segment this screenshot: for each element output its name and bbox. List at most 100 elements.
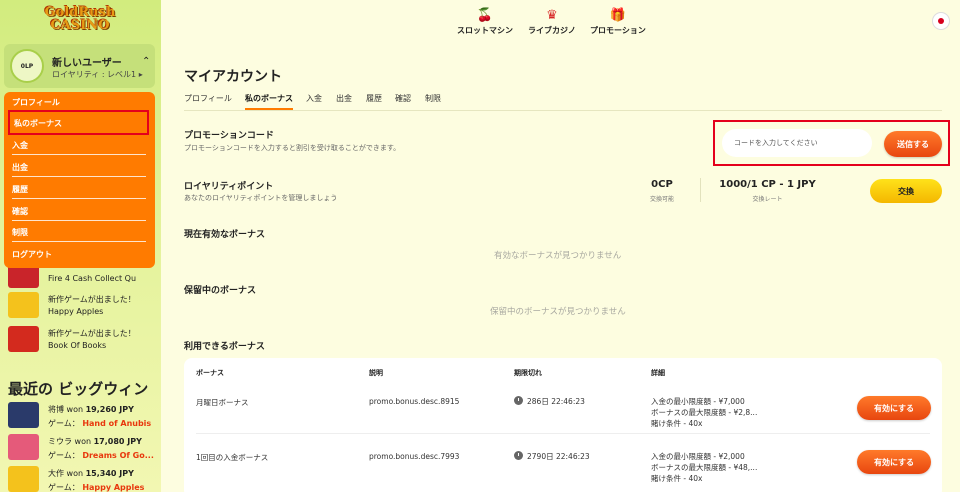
bonus-detail-wagering: 賭け条件 - 40x [651,474,703,483]
tab-withdraw[interactable]: 出金 [336,93,352,104]
avatar: 0LP [10,49,44,83]
bonus-description: promo.bonus.desc.7993 [369,452,460,461]
menu-divider [12,176,146,177]
bonus-detail-min-deposit: 入金の最小限度額 - ¥7,000 [651,397,745,406]
game-title: Book Of Books [48,341,107,350]
page-title: マイアカウント [184,69,282,85]
exchange-button[interactable]: 交換 [870,179,942,203]
menu-divider [12,154,146,155]
nav-label: プロモーション [590,26,646,35]
menu-item-withdraw[interactable]: 出金 [12,162,146,173]
loyalty-subtitle: あなたのロイヤリティポイントを管理しましょう [184,194,338,202]
game-thumbnail [8,434,39,460]
tab-profile[interactable]: プロフィール [184,93,232,104]
tab-history[interactable]: 履歴 [366,93,382,104]
loyalty-cp-label: 交換可能 [649,196,674,203]
tab-verification[interactable]: 確認 [395,93,411,104]
available-bonus-table [184,358,942,492]
bonus-expires: 2790日 22:46:23 [514,451,590,462]
japan-flag-icon[interactable] [932,12,950,30]
menu-item-profile[interactable]: プロフィール [12,97,146,108]
menu-item-logout[interactable]: ログアウト [12,249,146,260]
game-title: Fire 4 Cash Collect Qu [48,274,137,283]
nav-live-casino[interactable]: ♛ ライブカジノ [528,8,576,36]
game-news: 新作ゲームが出ました！ [48,295,136,304]
row-divider [196,433,930,434]
user-name: 新しいユーザー [52,58,122,69]
pending-bonus-empty: 保留中のボーナスが見つかりません [490,307,626,317]
game-thumbnail [8,466,39,492]
active-tab-indicator [245,108,293,110]
win-game-link[interactable]: Dreams Of Go... [82,451,154,460]
dealer-icon: ♛ [546,8,558,23]
menu-item-my-bonus[interactable]: 私のボーナス [8,110,149,135]
bonus-detail-max-bonus: ボーナスの最大限度額 - ¥48,... [651,463,758,472]
bonus-detail-wagering: 賭け条件 - 40x [651,419,703,428]
expires-text: 286日 22:46:23 [527,397,585,406]
nav-promotions[interactable]: 🎁 プロモーション [590,8,646,36]
game-thumbnail [8,402,39,428]
nav-label: スロットマシン [457,26,513,35]
user-panel[interactable]: 0LP 新しいユーザー ロイヤリティ : レベル1 ▸ ⌃ [4,44,155,88]
bonus-detail-max-bonus: ボーナスの最大限度額 - ¥2,8... [651,408,758,417]
game-label: ゲーム： [48,451,80,460]
menu-item-history[interactable]: 履歴 [12,184,146,195]
game-title: Happy Apples [48,307,104,316]
account-menu: プロフィール 私のボーナス 入金 出金 履歴 確認 制限 ログアウト [4,92,155,268]
activate-bonus-button[interactable]: 有効にする [857,396,931,420]
menu-item-verification[interactable]: 確認 [12,206,146,217]
win-amount: 19,260 JPY [85,405,134,414]
game-label: ゲーム： [48,483,80,492]
game-thumbnail [8,326,39,352]
bonus-name: 1回目の入金ボーナス [196,453,269,462]
nav-slots[interactable]: 🍒 スロットマシン [457,8,513,36]
chevron-up-icon[interactable]: ⌃ [142,56,150,67]
col-header-expires: 期限切れ [514,369,542,377]
tab-my-bonus[interactable]: 私のボーナス [245,93,293,104]
win-game-link[interactable]: Happy Apples [82,483,144,492]
available-bonus-title: 利用できるボーナス [184,342,265,352]
menu-divider [12,198,146,199]
win-game-link[interactable]: Hand of Anubis [82,419,151,428]
cherry-icon: 🍒 [476,8,494,23]
promo-subtitle: プロモーションコードを入力すると割引を受け取ることができます。 [184,144,401,152]
bonus-expires: 286日 22:46:23 [514,396,585,407]
activate-bonus-button[interactable]: 有効にする [857,450,931,474]
divider [700,178,701,202]
menu-divider [12,220,146,221]
submit-promo-button[interactable]: 送信する [884,131,942,157]
active-bonus-title: 現在有効なボーナス [184,230,266,240]
win-amount: 17,080 JPY [93,437,142,446]
logo-line2: CASINO [50,18,110,33]
pending-bonus-title: 保留中のボーナス [184,286,257,296]
sidebar: GoldRush CASINO 0LP 新しいユーザー ロイヤリティ : レベル… [0,0,161,492]
brand-logo[interactable]: GoldRush CASINO [30,6,130,36]
bonus-name: 月曜日ボーナス [196,398,249,407]
winner-name: 大作 won [48,469,84,478]
clock-icon [514,451,523,460]
exchange-rate-label: 交換レート [752,196,783,203]
exchange-rate-value: 1000/1 CP - 1 JPY [719,179,816,190]
loyalty-cp-value: 0CP [651,179,673,190]
nav-label: ライブカジノ [528,26,576,35]
tab-deposit[interactable]: 入金 [306,93,322,104]
game-news: 新作ゲームが出ました！ [48,329,136,338]
loyalty-title: ロイヤリティポイント [184,182,274,192]
bonus-detail-min-deposit: 入金の最小限度額 - ¥2,000 [651,452,745,461]
col-header-description: 説明 [369,369,383,377]
winner-name: ミウラ won [48,437,92,446]
expires-text: 2790日 22:46:23 [527,452,590,461]
user-level: ロイヤリティ : レベル1 ▸ [52,70,143,79]
game-label: ゲーム： [48,419,80,428]
menu-item-deposit[interactable]: 入金 [12,140,146,151]
menu-item-limits[interactable]: 制限 [12,227,146,238]
big-wins-title: 最近の ビッグウィン [8,380,149,398]
promo-code-input[interactable] [722,129,872,157]
bonus-description: promo.bonus.desc.8915 [369,397,460,406]
winner-name: 将博 won [48,405,84,414]
clock-icon [514,396,523,405]
win-amount: 15,340 JPY [85,469,134,478]
active-bonus-empty: 有効なボーナスが見つかりません [494,251,622,261]
tab-limits[interactable]: 制限 [425,93,441,104]
col-header-bonus: ボーナス [196,369,224,377]
